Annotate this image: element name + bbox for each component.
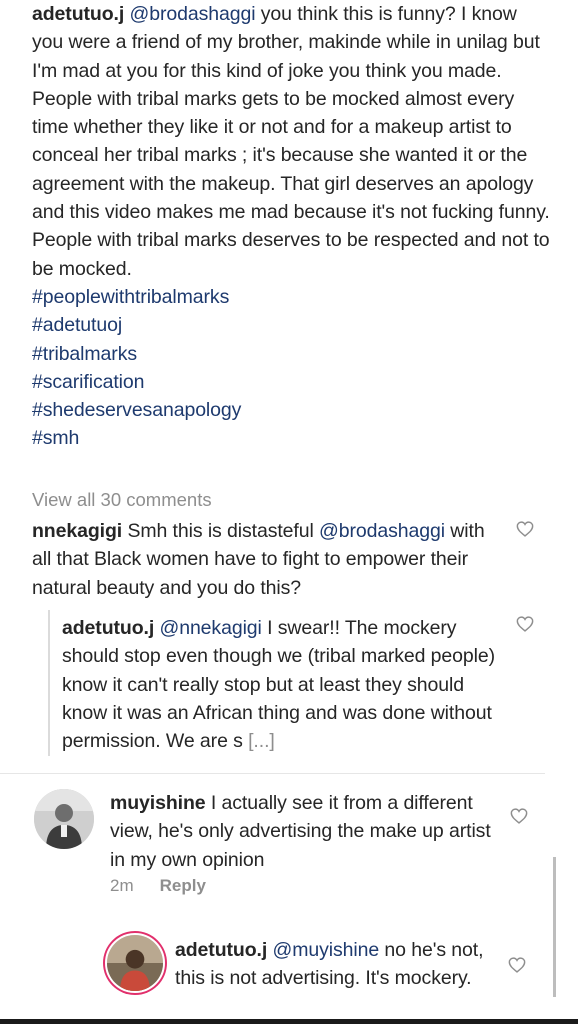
heart-icon[interactable] (516, 616, 534, 632)
reply-thread-line (48, 610, 50, 756)
comment-username[interactable]: nnekagigi (32, 520, 122, 542)
comment-mention[interactable]: @muyishine (273, 939, 380, 961)
hashtag[interactable]: #scarification (32, 368, 552, 396)
comment-text: Smh this is distasteful (122, 520, 320, 542)
comment-nnekagigi: nnekagigi Smh this is distasteful @broda… (32, 517, 502, 602)
hashtag[interactable]: #tribalmarks (32, 340, 552, 368)
caption-mention[interactable]: @brodashaggi (130, 3, 256, 25)
heart-icon[interactable] (508, 957, 526, 973)
heart-icon[interactable] (510, 808, 528, 824)
divider (0, 773, 545, 774)
view-all-comments-link[interactable]: View all 30 comments (32, 489, 212, 511)
avatar[interactable] (105, 933, 165, 993)
comment-mention[interactable]: @brodashaggi (319, 520, 445, 542)
hashtag-list: #peoplewithtribalmarks #adetutuoj #triba… (32, 283, 552, 453)
comment-username[interactable]: adetutuo.j (175, 939, 267, 961)
avatar[interactable] (34, 789, 94, 849)
post-caption: adetutuo.j @brodashaggi you think this i… (32, 0, 552, 453)
bottom-edge-bar (0, 1019, 578, 1024)
comment-username[interactable]: adetutuo.j (62, 617, 154, 639)
scrollbar[interactable] (553, 857, 556, 997)
heart-icon[interactable] (516, 521, 534, 537)
hashtag[interactable]: #adetutuoj (32, 311, 552, 339)
comment-muyishine: muyishine I actually see it from a diffe… (110, 789, 495, 874)
comment-mention[interactable]: @nnekagigi (160, 617, 262, 639)
caption-username[interactable]: adetutuo.j (32, 3, 124, 25)
caption-text: you think this is funny? I know you were… (32, 3, 550, 280)
hashtag[interactable]: #peoplewithtribalmarks (32, 283, 552, 311)
comment-adetutuo-reply: adetutuo.j @nnekagigi I swear!! The mock… (62, 614, 502, 755)
comment-adetutuo-reply-2: adetutuo.j @muyishine no he's not, this … (175, 936, 495, 993)
comment-timestamp: 2m (110, 876, 134, 895)
hashtag[interactable]: #smh (32, 424, 552, 452)
comments-screen: adetutuo.j @brodashaggi you think this i… (0, 0, 578, 1024)
more-link[interactable]: [...] (243, 730, 275, 752)
reply-button[interactable]: Reply (160, 876, 206, 895)
comment-username[interactable]: muyishine (110, 792, 206, 814)
comment-meta: 2m Reply (110, 876, 206, 896)
hashtag[interactable]: #shedeservesanapology (32, 396, 552, 424)
